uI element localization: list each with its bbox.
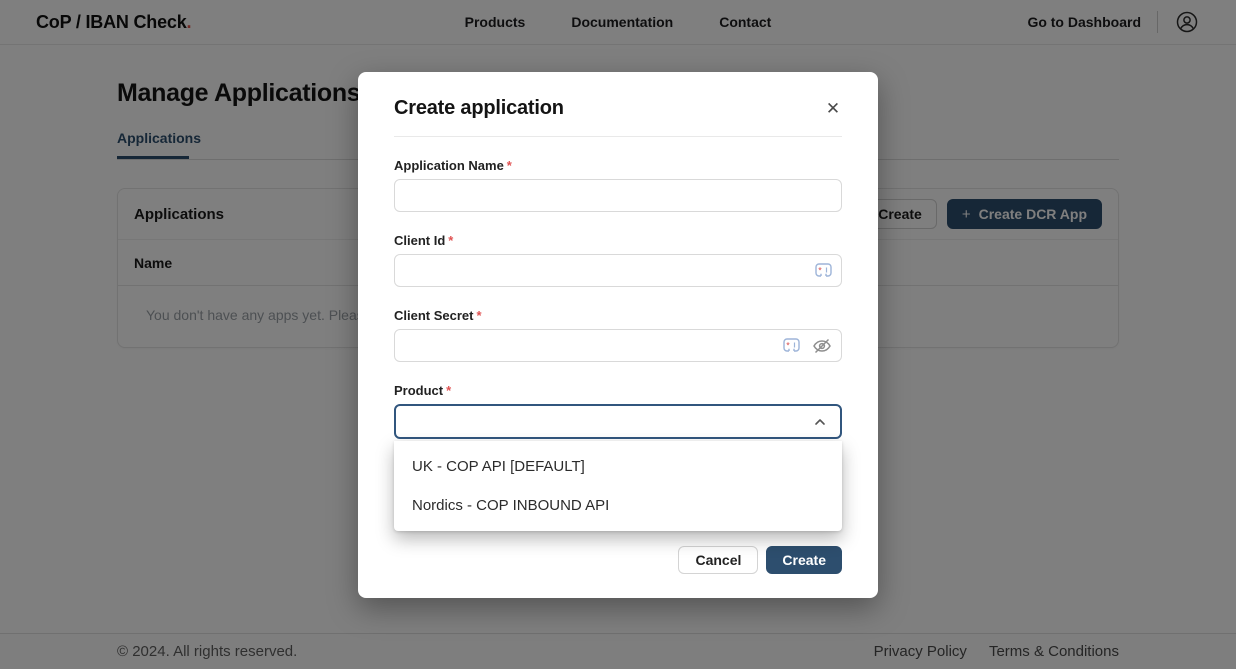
chevron-up-icon [812,414,828,430]
label-text: Client Secret [394,308,473,323]
modal-title: Create application [394,94,842,122]
required-asterisk: * [507,158,512,173]
label-text: Product [394,383,443,398]
client-id-label: Client Id* [394,233,842,248]
modal-create-button[interactable]: Create [766,546,842,574]
svg-text:*: * [818,266,822,276]
cancel-button[interactable]: Cancel [678,546,758,574]
client-secret-input[interactable] [394,329,842,362]
client-secret-label: Client Secret* [394,308,842,323]
required-asterisk: * [448,233,453,248]
create-application-modal: Create application ✕ Application Name* C… [358,72,878,598]
password-manager-autofill-icon[interactable]: * [815,263,832,278]
application-name-label: Application Name* [394,158,842,173]
label-text: Application Name [394,158,504,173]
modal-header: Create application ✕ [358,72,878,136]
client-id-input[interactable] [394,254,842,287]
modal-header-divider [394,136,842,137]
application-name-input[interactable] [394,179,842,212]
field-application-name: Application Name* [394,158,842,212]
modal-body: Application Name* Client Id* * [358,158,878,439]
option-uk-cop-api[interactable]: UK - COP API [DEFAULT] [394,452,842,481]
field-client-id: Client Id* * [394,233,842,287]
product-options-dropdown: UK - COP API [DEFAULT] Nordics - COP INB… [394,441,842,531]
field-client-secret: Client Secret* * [394,308,842,362]
required-asterisk: * [446,383,451,398]
close-icon[interactable]: ✕ [822,98,844,120]
modal-footer: Cancel Create [678,546,842,574]
field-product: Product* UK - COP API [DEFAULT] Nordics … [394,383,842,439]
label-text: Client Id [394,233,445,248]
password-manager-autofill-icon[interactable]: * [783,338,800,353]
svg-text:*: * [786,341,790,351]
toggle-visibility-eye-slash-icon[interactable] [812,338,832,354]
product-select[interactable] [394,404,842,439]
product-label: Product* [394,383,842,398]
option-nordics-cop-inbound-api[interactable]: Nordics - COP INBOUND API [394,491,842,520]
required-asterisk: * [476,308,481,323]
